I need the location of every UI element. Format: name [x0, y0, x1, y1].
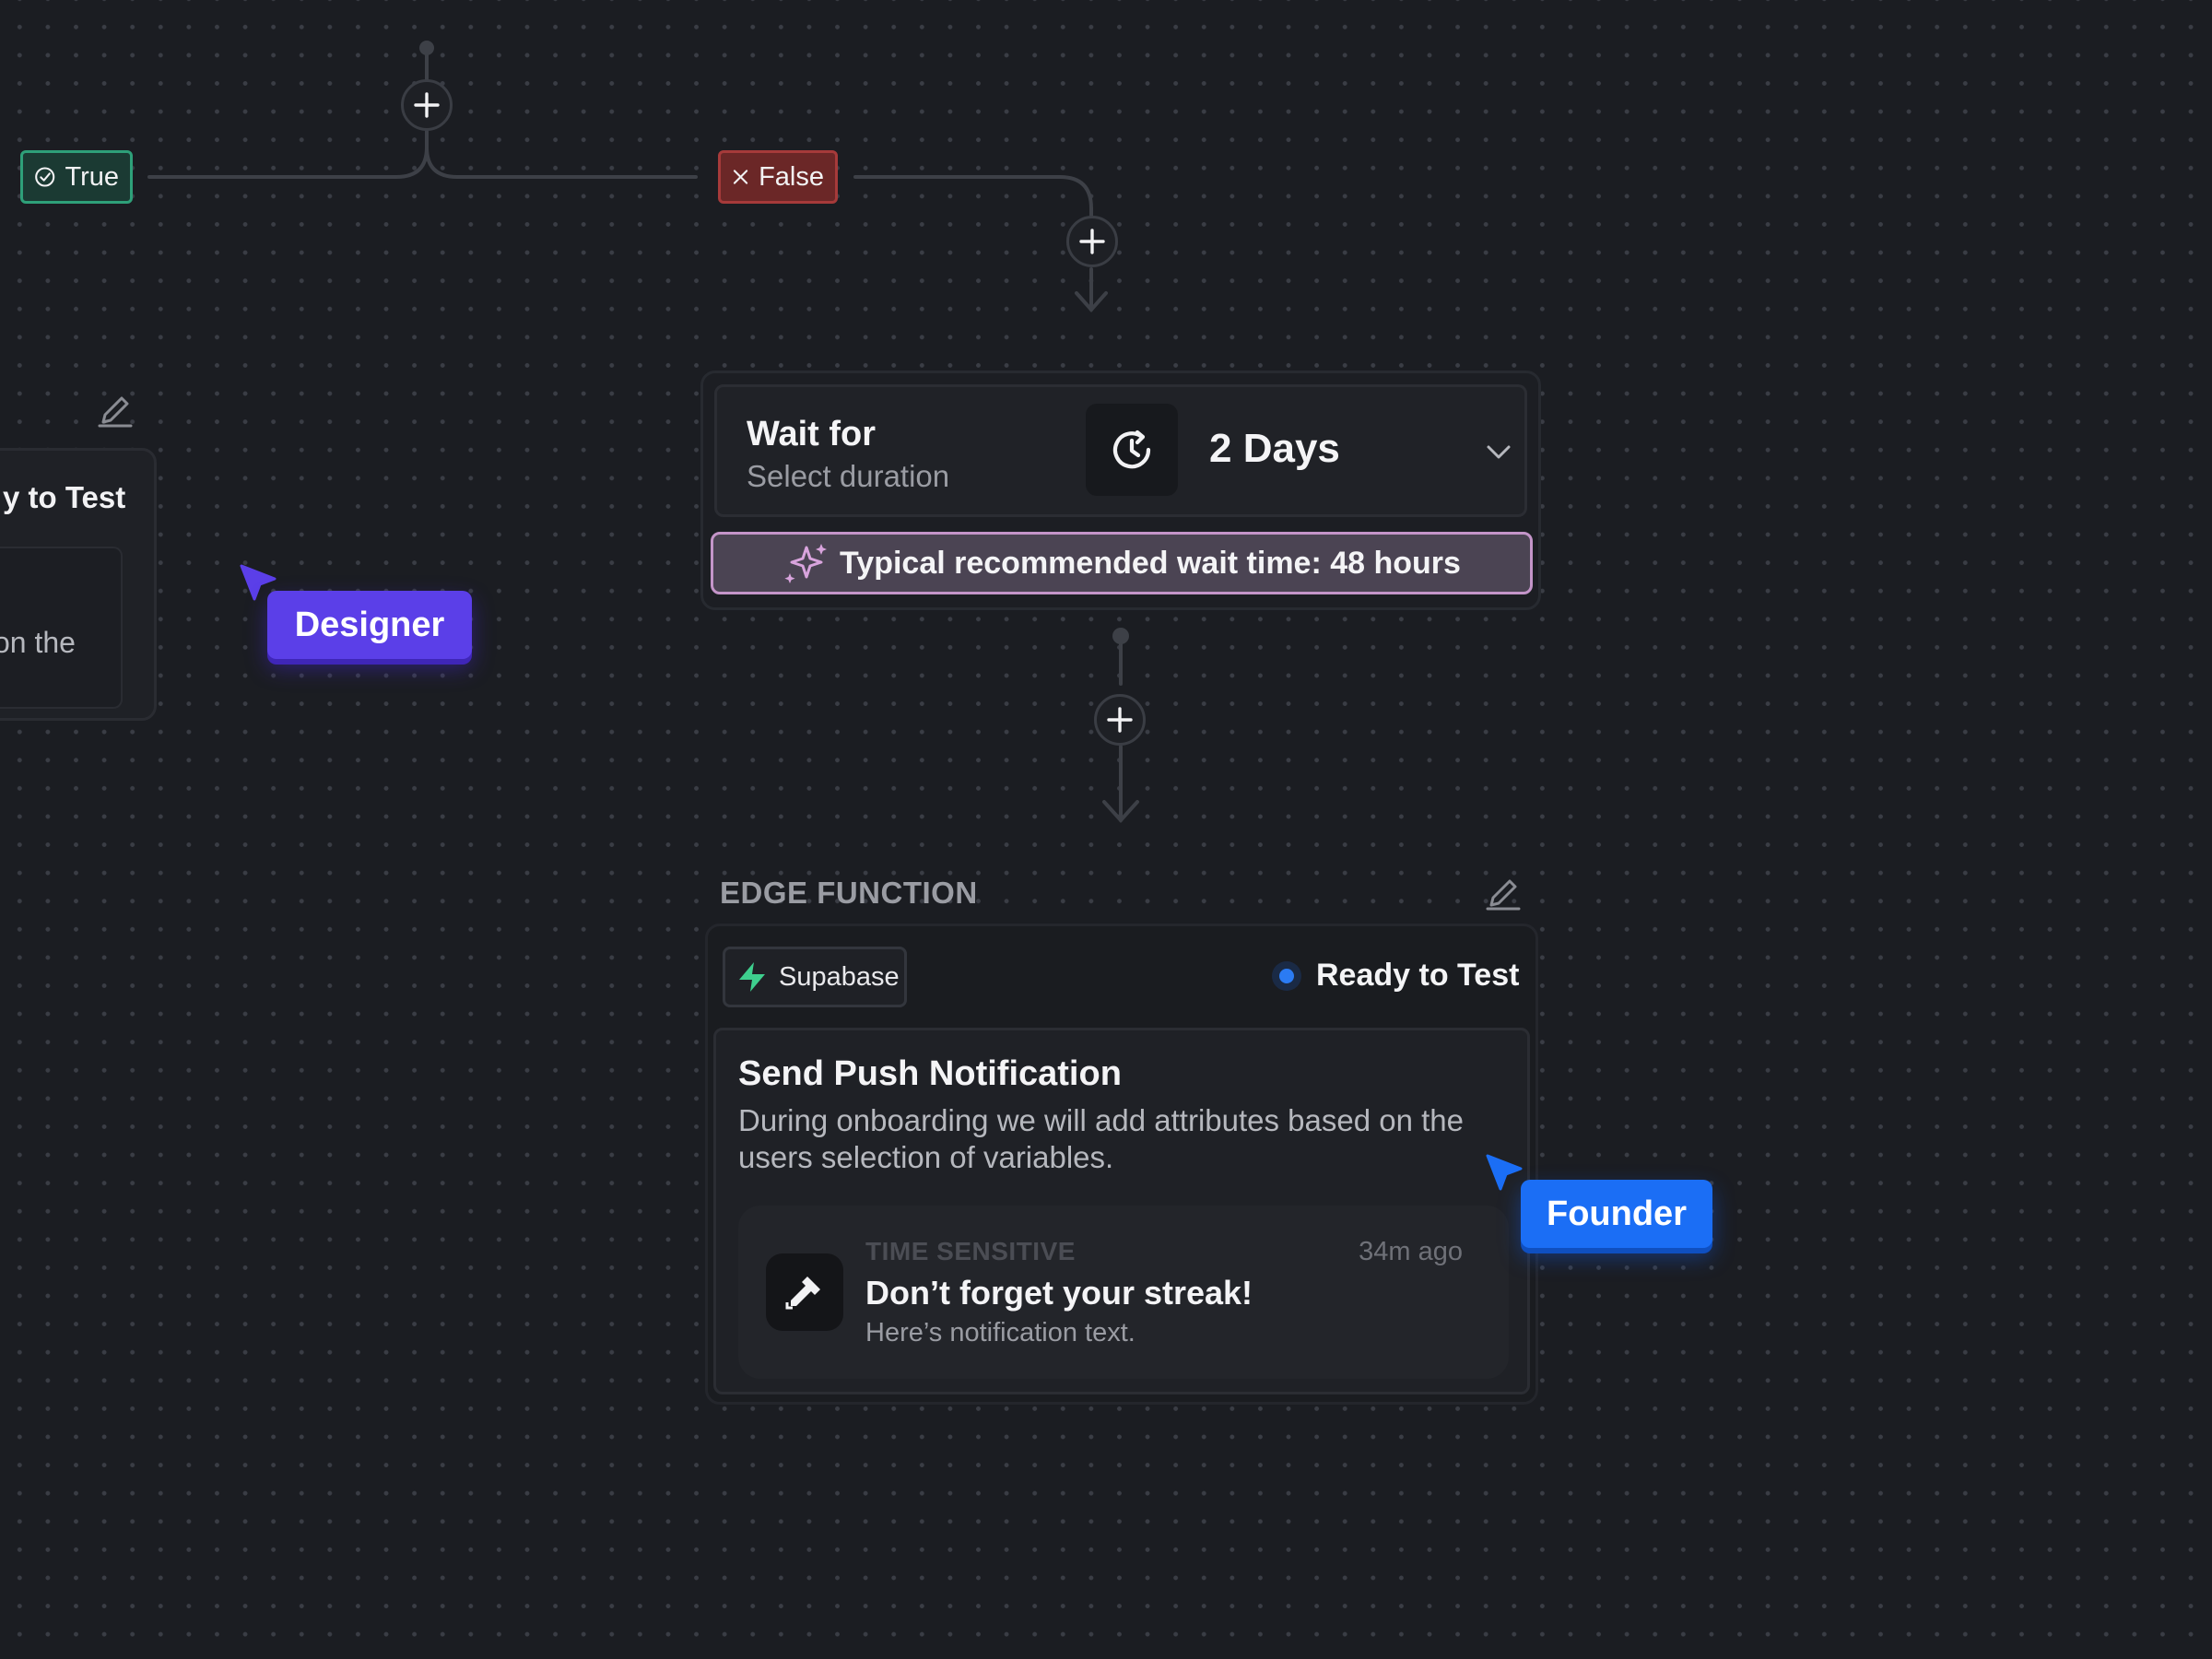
left-step-card[interactable]: y to Test on the: [0, 448, 157, 721]
provider-label: Supabase: [779, 961, 900, 992]
check-circle-icon: [35, 167, 55, 187]
add-step-button-false-branch[interactable]: [1066, 216, 1118, 267]
branch-true-tag[interactable]: True: [20, 150, 133, 204]
sparkles-icon: [784, 544, 828, 583]
status-badge: Ready to Test: [1272, 958, 1519, 994]
app-icon: [785, 1277, 820, 1310]
left-card-status: y to Test: [3, 480, 126, 514]
plus-icon: [1107, 707, 1133, 733]
wait-step-card[interactable]: Wait for Select duration 2 Days Typical …: [700, 371, 1541, 610]
notification-text: Here’s notification text.: [865, 1318, 1135, 1347]
notification-title: Don’t forget your streak!: [865, 1274, 1253, 1312]
notification-time: 34m ago: [1359, 1237, 1463, 1266]
left-card-body: on the: [0, 547, 123, 709]
provider-chip[interactable]: Supabase: [723, 947, 907, 1007]
edge-function-card[interactable]: Supabase Ready to Test Send Push Notific…: [705, 924, 1538, 1405]
pencil-icon[interactable]: [96, 391, 135, 429]
left-card-text: on the: [0, 626, 76, 659]
duration-select-value[interactable]: 2 Days: [1209, 426, 1340, 472]
status-dot: [1272, 960, 1301, 991]
edge-function-body: Send Push Notification During onboarding…: [713, 1028, 1530, 1394]
chevron-down-icon[interactable]: [1482, 435, 1515, 468]
close-icon: [733, 170, 748, 184]
clock-icon: [1112, 429, 1151, 469]
branch-false-label: False: [759, 161, 824, 192]
recommendation-hint: Typical recommended wait time: 48 hours: [711, 532, 1533, 594]
notification-kicker: TIME SENSITIVE: [865, 1237, 1076, 1265]
wait-title: Wait for: [747, 415, 877, 453]
edge-function-description: During onboarding we will add attributes…: [738, 1103, 1465, 1174]
plus-icon: [1079, 229, 1105, 254]
designer-cursor-label: Designer: [267, 591, 472, 659]
wait-subtitle: Select duration: [747, 459, 950, 493]
supabase-bolt-icon: [739, 962, 765, 992]
plus-icon: [414, 92, 440, 118]
add-step-button-after-wait[interactable]: [1094, 694, 1146, 746]
pencil-icon[interactable]: [1484, 874, 1523, 912]
branch-false-tag[interactable]: False: [718, 150, 838, 204]
status-label: Ready to Test: [1316, 958, 1520, 993]
section-label: EDGE FUNCTION: [720, 876, 978, 910]
recommendation-text: Typical recommended wait time: 48 hours: [840, 545, 1461, 581]
add-step-button[interactable]: [401, 79, 453, 131]
app-icon: [766, 1253, 843, 1331]
notification-preview[interactable]: TIME SENSITIVE 34m ago Don’t forget your…: [738, 1206, 1509, 1379]
clock-icon-box: [1086, 404, 1178, 496]
branch-true-label: True: [65, 161, 119, 192]
founder-cursor-label: Founder: [1521, 1180, 1712, 1248]
edge-function-title: Send Push Notification: [738, 1054, 1122, 1093]
wait-duration-row[interactable]: Wait for Select duration 2 Days: [714, 384, 1527, 517]
